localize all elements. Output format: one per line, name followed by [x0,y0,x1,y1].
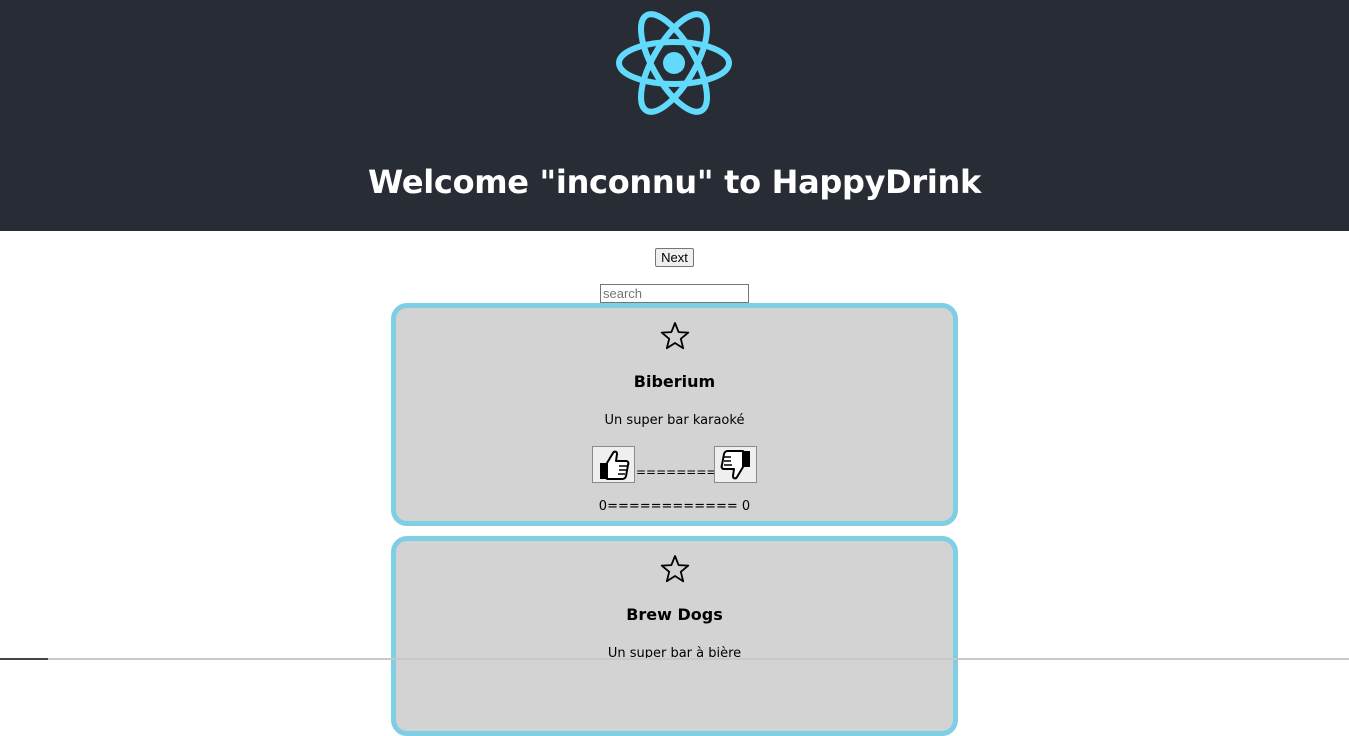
bar-name: Brew Dogs [626,605,723,624]
bar-card: Brew Dogs Un super bar à bière [391,536,958,736]
page-title: Welcome "inconnu" to HappyDrink [367,163,982,201]
vote-separator: ======== [636,465,714,479]
thumbs-down-icon [720,450,750,480]
thumbs-up-icon [600,450,630,480]
bar-name: Biberium [633,372,716,391]
like-button[interactable] [592,446,635,483]
react-atom-icon [616,11,732,115]
score-separator: ============ [607,499,738,514]
score-line: 0============ 0 [396,499,953,514]
likes-count: 0 [598,499,608,514]
bar-description: Un super bar karaoké [604,413,745,428]
search-input[interactable] [600,284,749,303]
dislikes-count: 0 [741,499,751,514]
app-header: Welcome "inconnu" to HappyDrink [0,0,1349,231]
bar-card: Biberium Un super bar karaoké ======== 0… [391,303,958,526]
star-outline-icon[interactable] [660,321,690,351]
vote-row: ======== [396,442,953,483]
star-outline-icon[interactable] [660,554,690,584]
dislike-button[interactable] [714,446,757,483]
next-button[interactable]: Next [655,248,694,267]
